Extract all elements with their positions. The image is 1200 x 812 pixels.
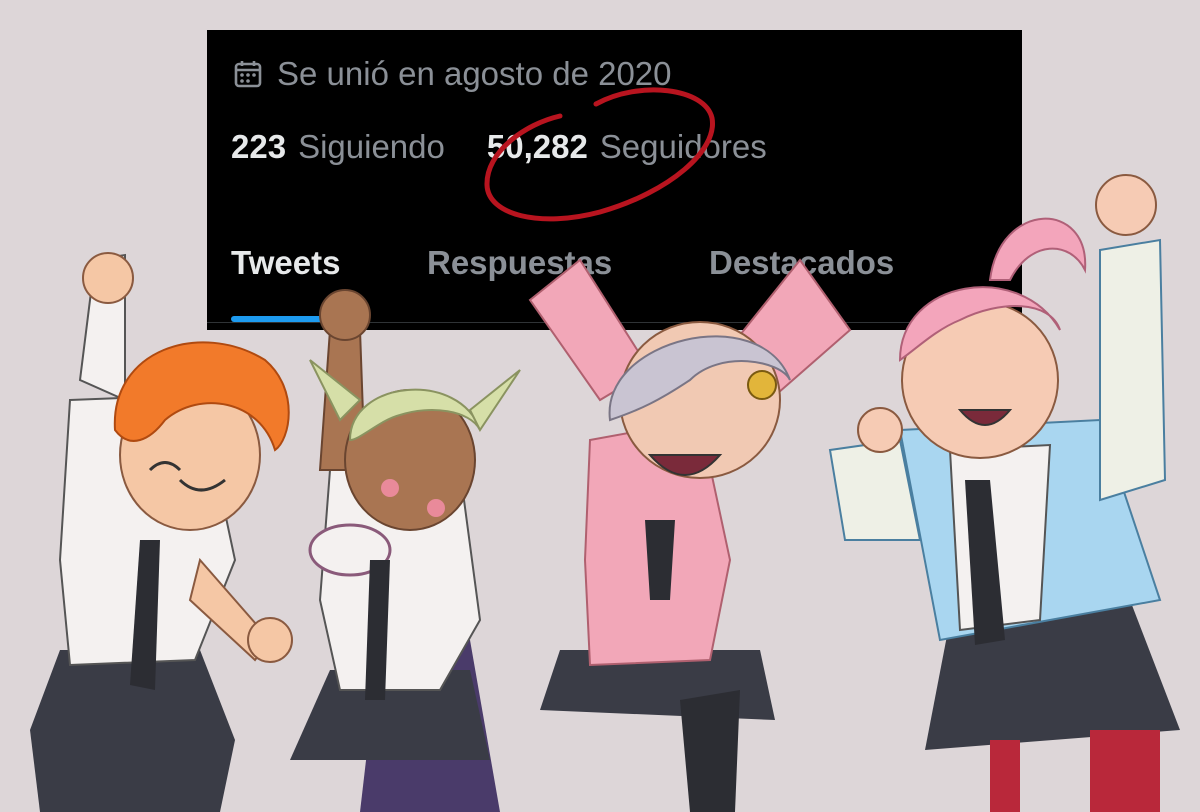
character-pink-hair (828, 174, 1180, 812)
character-orange-hair (30, 252, 293, 812)
character-green-hair (290, 289, 521, 812)
cheering-characters-illustration (30, 174, 1180, 812)
character-lavender-hair (528, 258, 852, 812)
